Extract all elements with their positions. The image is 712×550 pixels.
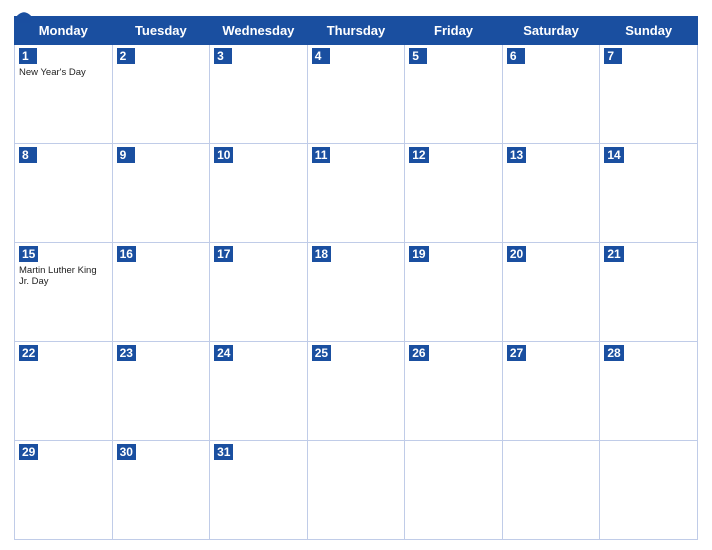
date-cell: 29	[15, 441, 113, 540]
week-row-1: 1 New Year's Day 2 3 4 5 6 7	[15, 45, 698, 144]
date-number: 25	[312, 345, 331, 361]
date-number: 9	[117, 147, 135, 163]
date-cell: 19	[405, 243, 503, 342]
date-cell: 28	[600, 342, 698, 441]
logo-bird-icon	[14, 10, 34, 26]
date-cell	[307, 441, 405, 540]
day-header-saturday: Saturday	[502, 17, 600, 45]
date-cell: 18	[307, 243, 405, 342]
date-number: 27	[507, 345, 526, 361]
date-cell: 30	[112, 441, 210, 540]
date-cell: 23	[112, 342, 210, 441]
week-row-2: 8 9 10 11 12 13 14	[15, 144, 698, 243]
date-number: 18	[312, 246, 331, 262]
date-number: 17	[214, 246, 233, 262]
date-number: 26	[409, 345, 428, 361]
date-cell: 4	[307, 45, 405, 144]
day-header-row: MondayTuesdayWednesdayThursdayFridaySatu…	[15, 17, 698, 45]
date-number: 14	[604, 147, 623, 163]
date-cell	[502, 441, 600, 540]
day-header-thursday: Thursday	[307, 17, 405, 45]
holiday-name: New Year's Day	[19, 67, 108, 78]
date-cell: 22	[15, 342, 113, 441]
date-number: 4	[312, 48, 330, 64]
date-number: 22	[19, 345, 38, 361]
date-number: 8	[19, 147, 37, 163]
date-number: 23	[117, 345, 136, 361]
date-cell: 31	[210, 441, 308, 540]
date-cell: 16	[112, 243, 210, 342]
date-number: 24	[214, 345, 233, 361]
date-cell: 26	[405, 342, 503, 441]
day-header-friday: Friday	[405, 17, 503, 45]
date-cell: 8	[15, 144, 113, 243]
calendar-wrapper: MondayTuesdayWednesdayThursdayFridaySatu…	[0, 0, 712, 550]
day-header-tuesday: Tuesday	[112, 17, 210, 45]
date-number: 15	[19, 246, 38, 262]
date-number: 19	[409, 246, 428, 262]
date-cell: 17	[210, 243, 308, 342]
date-number: 12	[409, 147, 428, 163]
date-cell	[600, 441, 698, 540]
date-cell: 10	[210, 144, 308, 243]
date-number: 28	[604, 345, 623, 361]
week-row-3: 15 Martin Luther King Jr. Day 16 17 18 19 20 21	[15, 243, 698, 342]
date-number: 7	[604, 48, 622, 64]
date-cell: 11	[307, 144, 405, 243]
date-cell	[405, 441, 503, 540]
date-cell: 2	[112, 45, 210, 144]
date-number: 11	[312, 147, 331, 163]
date-cell: 14	[600, 144, 698, 243]
date-cell: 15 Martin Luther King Jr. Day	[15, 243, 113, 342]
date-cell: 25	[307, 342, 405, 441]
day-header-sunday: Sunday	[600, 17, 698, 45]
date-number: 21	[604, 246, 623, 262]
date-number: 31	[214, 444, 233, 460]
date-number: 29	[19, 444, 38, 460]
date-number: 20	[507, 246, 526, 262]
calendar-table: MondayTuesdayWednesdayThursdayFridaySatu…	[14, 16, 698, 540]
week-row-5: 29 30 31	[15, 441, 698, 540]
date-cell: 20	[502, 243, 600, 342]
date-cell: 24	[210, 342, 308, 441]
date-cell: 9	[112, 144, 210, 243]
date-number: 1	[19, 48, 37, 64]
date-number: 13	[507, 147, 526, 163]
date-cell: 12	[405, 144, 503, 243]
date-cell: 27	[502, 342, 600, 441]
date-number: 6	[507, 48, 525, 64]
date-number: 5	[409, 48, 427, 64]
date-number: 16	[117, 246, 136, 262]
date-cell: 3	[210, 45, 308, 144]
date-cell: 6	[502, 45, 600, 144]
date-number: 3	[214, 48, 232, 64]
date-number: 30	[117, 444, 136, 460]
date-number: 10	[214, 147, 233, 163]
logo-container	[14, 10, 37, 26]
week-row-4: 22 23 24 25 26 27 28	[15, 342, 698, 441]
date-cell: 1 New Year's Day	[15, 45, 113, 144]
date-cell: 7	[600, 45, 698, 144]
date-cell: 13	[502, 144, 600, 243]
holiday-name: Martin Luther King Jr. Day	[19, 265, 108, 288]
date-number: 2	[117, 48, 135, 64]
day-header-wednesday: Wednesday	[210, 17, 308, 45]
date-cell: 5	[405, 45, 503, 144]
date-cell: 21	[600, 243, 698, 342]
logo-area	[14, 10, 37, 26]
